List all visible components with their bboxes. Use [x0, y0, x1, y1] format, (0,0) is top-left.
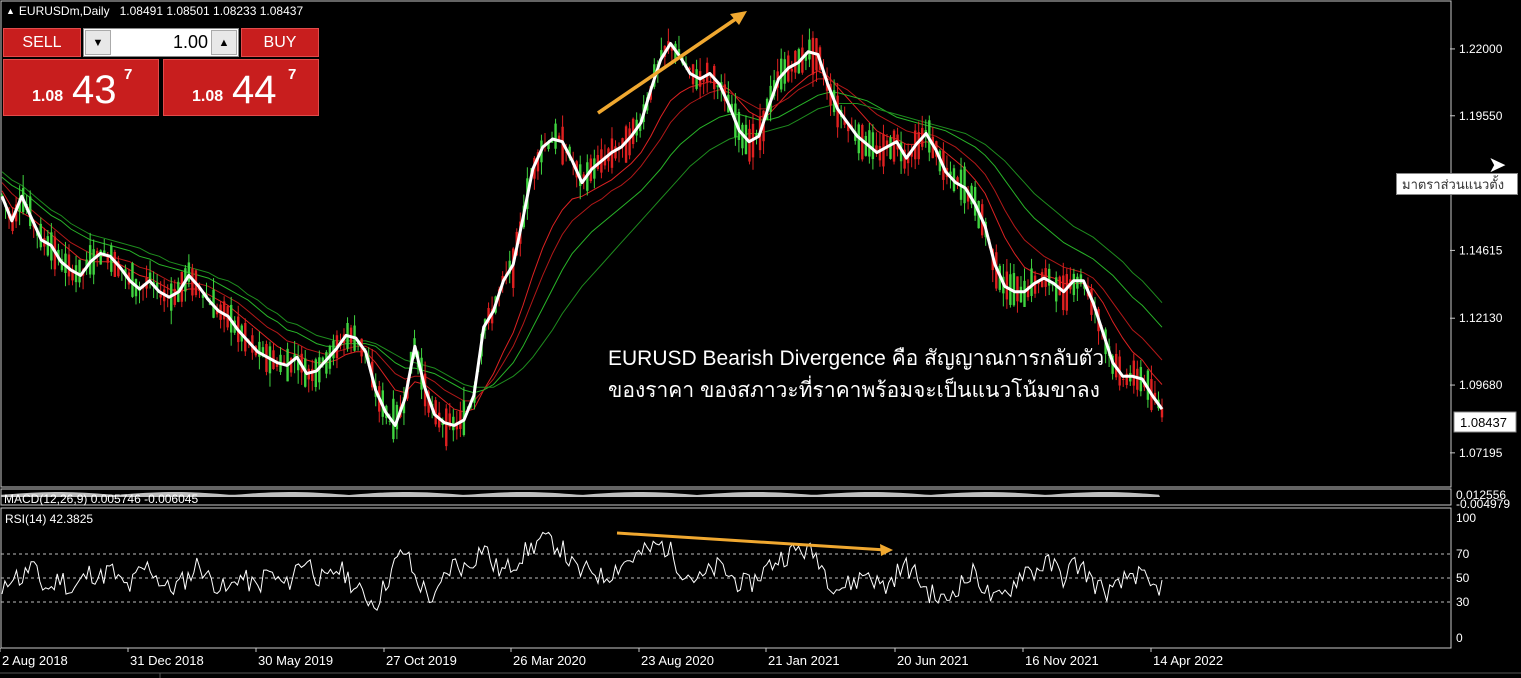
rsi-axis: 100 70 50 30 0	[1456, 511, 1476, 645]
sell-price-box[interactable]: 1.08 43 7	[3, 59, 159, 116]
candle-body	[1122, 379, 1125, 381]
candle-body	[1019, 286, 1023, 303]
buy-price-small: 1.08	[192, 88, 224, 105]
macd-scale-bottom: -0.004979	[1456, 497, 1510, 511]
price-tick-label: 1.19550	[1459, 109, 1503, 123]
buy-price-big: 44	[232, 68, 277, 112]
candle-body	[871, 132, 875, 160]
buy-price-sup: 7	[288, 66, 297, 83]
sell-price-sup: 7	[124, 66, 133, 83]
candle-body	[1076, 276, 1079, 289]
current-price-label: 1.08437	[1460, 415, 1507, 430]
cursor-icon: ➤	[1488, 152, 1507, 177]
candle-body	[1072, 273, 1076, 296]
time-axis: 2 Aug 2018 31 Dec 2018 30 May 2019 27 Oct 2…	[0, 648, 1223, 668]
chart-header: ▲ EURUSDm,Daily 1.08491 1.08501 1.08233 …	[6, 4, 303, 18]
candle-body	[1065, 274, 1069, 311]
candle-body	[554, 123, 557, 149]
candle-body	[78, 259, 81, 283]
time-tick-label: 31 Dec 2018	[130, 653, 204, 668]
candle-body	[314, 359, 317, 388]
time-tick-label: 23 Aug 2020	[641, 653, 714, 668]
sell-price-big: 43	[72, 68, 117, 112]
rsi-tick-label: 100	[1456, 511, 1476, 525]
candle-body	[222, 301, 226, 320]
buy-price-box[interactable]: 1.08 44 7	[163, 59, 319, 116]
candle-body	[92, 249, 95, 275]
candle-body	[1023, 280, 1026, 307]
candle-body	[173, 288, 176, 305]
annotation-line-2: ของราคา ของสภาวะที่ราคาพร้อมจะเป็นแนวโน้…	[608, 379, 1100, 402]
buy-button[interactable]: BUY	[241, 28, 319, 57]
candle-body	[1132, 360, 1135, 386]
candle-body	[748, 128, 751, 162]
annotation-text: EURUSD Bearish Divergence คือ สัญญาณการก…	[608, 343, 1104, 407]
time-tick-label: 2 Aug 2018	[2, 653, 68, 668]
candle-body	[889, 137, 892, 159]
candle-body	[1016, 276, 1019, 302]
candle-body	[159, 294, 162, 298]
sell-price-small: 1.08	[32, 88, 64, 105]
price-axis: 1.220001.195501.171351.146151.121301.096…	[1450, 42, 1503, 460]
one-click-trade-panel: SELL ▼ 1.00 ▲ BUY 1.08 43 7 1.08 44 7	[3, 28, 319, 116]
candle-body	[392, 398, 395, 440]
annotation-line-1: EURUSD Bearish Divergence คือ สัญญาณการก…	[608, 347, 1105, 370]
rsi-title: RSI(14) 42.3825	[5, 512, 94, 526]
time-tick-label: 30 May 2019	[258, 653, 333, 668]
lot-increase-icon[interactable]: ▲	[211, 30, 237, 55]
sell-button[interactable]: SELL	[3, 28, 81, 57]
candle-body	[1030, 268, 1033, 296]
price-tick-label: 1.07195	[1459, 446, 1503, 460]
candle-body	[628, 128, 631, 156]
price-tick-label: 1.12130	[1459, 311, 1503, 325]
rsi-tick-label: 30	[1456, 595, 1470, 609]
candle-body	[868, 130, 871, 157]
rsi-tick-label: 0	[1456, 631, 1463, 645]
lot-size-field[interactable]: ▼ 1.00 ▲	[83, 28, 239, 57]
candle-body	[878, 146, 882, 161]
triangle-up-icon: ▲	[6, 6, 15, 16]
candle-body	[67, 254, 71, 277]
candle-body	[1055, 277, 1058, 302]
candle-body	[1012, 273, 1016, 306]
rsi-tick-label: 50	[1456, 571, 1470, 585]
time-tick-label: 26 Mar 2020	[513, 653, 586, 668]
candle-body	[445, 408, 448, 447]
candle-body	[892, 130, 896, 162]
candle-body	[705, 62, 709, 82]
time-tick-label: 14 Apr 2022	[1153, 653, 1223, 668]
lot-decrease-icon[interactable]: ▼	[85, 30, 111, 55]
candle-body	[702, 79, 705, 82]
candle-body	[917, 132, 920, 160]
price-tick-label: 1.14615	[1459, 243, 1503, 257]
rsi-tick-label: 70	[1456, 547, 1470, 561]
lot-size-value[interactable]: 1.00	[112, 29, 208, 56]
price-tick-label: 1.22000	[1459, 42, 1503, 56]
candle-body	[811, 37, 815, 75]
candle-body	[963, 166, 966, 204]
candle-body	[794, 50, 797, 73]
time-tick-label: 27 Oct 2019	[386, 653, 457, 668]
time-tick-label: 16 Nov 2021	[1025, 653, 1099, 668]
macd-label: MACD(12,26,9) 0.005746 -0.006045	[4, 492, 198, 506]
candle-body	[808, 39, 811, 60]
candle-body	[790, 68, 793, 72]
ohlc-values: 1.08491 1.08501 1.08233 1.08437	[119, 4, 304, 18]
time-tick-label: 20 Jun 2021	[897, 653, 969, 668]
candle-body	[46, 236, 50, 256]
symbol-title: EURUSDm,Daily	[18, 4, 110, 18]
time-tick-label: 21 Jan 2021	[768, 653, 840, 668]
price-tick-label: 1.09680	[1459, 378, 1503, 392]
candle-body	[131, 262, 134, 297]
